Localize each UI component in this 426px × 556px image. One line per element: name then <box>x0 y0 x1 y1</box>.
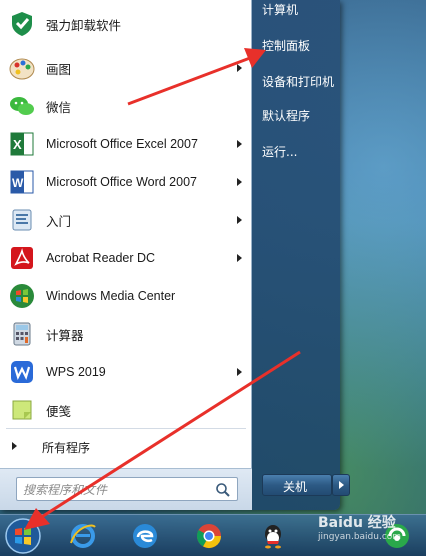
uninstaller-icon <box>6 8 38 40</box>
wps-icon <box>6 356 38 388</box>
submenu-arrow-icon <box>237 216 242 224</box>
start-menu: 强力卸载软件 画图 微信 X Microsoft Office Excel 20… <box>0 0 350 510</box>
right-item-computer[interactable]: 计算机 <box>262 0 340 24</box>
shutdown-options-button[interactable] <box>332 474 350 496</box>
program-item-uninstaller[interactable]: 强力卸载软件 <box>0 6 252 42</box>
svg-text:X: X <box>13 137 22 152</box>
watermark: Baidu 经验 <box>318 515 396 531</box>
right-item-devices-printers[interactable]: 设备和打印机 <box>262 68 340 96</box>
wechat-icon <box>6 90 38 122</box>
word-icon: W <box>6 166 38 198</box>
sticky-notes-icon <box>6 394 38 426</box>
program-item-calculator[interactable]: 计算器 <box>0 316 252 352</box>
edge-icon[interactable] <box>128 519 162 553</box>
search-icon[interactable] <box>215 482 231 498</box>
program-item-media-center[interactable]: Windows Media Center <box>0 278 252 314</box>
submenu-arrow-icon <box>237 140 242 148</box>
program-label: WPS 2019 <box>46 365 106 379</box>
program-label: 便笺 <box>46 404 72 419</box>
search-area <box>0 468 252 510</box>
all-programs-button[interactable]: 所有程序 <box>0 432 252 460</box>
divider <box>6 428 246 429</box>
svg-text:W: W <box>12 176 24 190</box>
program-item-word[interactable]: W Microsoft Office Word 2007 <box>0 164 252 200</box>
chevron-right-icon <box>339 481 344 489</box>
expand-arrow-icon <box>12 442 17 450</box>
programs-pane: 强力卸载软件 画图 微信 X Microsoft Office Excel 20… <box>0 0 252 468</box>
program-label: Acrobat Reader DC <box>46 251 156 265</box>
program-item-wps[interactable]: WPS 2019 <box>0 354 252 390</box>
getting-started-icon <box>6 204 38 236</box>
right-item-default-programs[interactable]: 默认程序 <box>262 102 340 130</box>
program-item-sticky-notes[interactable]: 便笺 <box>0 392 252 428</box>
program-item-getting-started[interactable]: 入门 <box>0 202 252 238</box>
submenu-arrow-icon <box>237 178 242 186</box>
program-item-paint[interactable]: 画图 <box>0 50 252 86</box>
internet-explorer-icon[interactable] <box>66 519 100 553</box>
calculator-icon <box>6 318 38 350</box>
program-label: Microsoft Office Excel 2007 <box>46 137 198 151</box>
program-label: Windows Media Center <box>46 289 176 303</box>
program-item-excel[interactable]: X Microsoft Office Excel 2007 <box>0 126 252 162</box>
shutdown-button[interactable]: 关机 <box>262 474 332 496</box>
qq-icon[interactable] <box>256 519 290 553</box>
shutdown-label: 关机 <box>283 480 308 494</box>
program-label: 计算器 <box>46 328 84 343</box>
program-label: 强力卸载软件 <box>46 18 122 33</box>
search-box[interactable] <box>16 477 238 501</box>
start-orb-icon[interactable] <box>4 517 42 555</box>
paint-icon <box>6 52 38 84</box>
program-label: 入门 <box>46 214 72 229</box>
submenu-arrow-icon <box>237 368 242 376</box>
chrome-icon[interactable] <box>192 519 226 553</box>
all-programs-label: 所有程序 <box>42 441 91 455</box>
submenu-arrow-icon <box>237 64 242 72</box>
search-input[interactable] <box>23 482 203 498</box>
media-center-icon <box>6 280 38 312</box>
program-label: 微信 <box>46 100 72 115</box>
program-label: Microsoft Office Word 2007 <box>46 175 197 189</box>
watermark-url: jingyan.baidu.com <box>318 532 402 542</box>
excel-icon: X <box>6 128 38 160</box>
acrobat-icon <box>6 242 38 274</box>
program-item-wechat[interactable]: 微信 <box>0 88 252 124</box>
program-item-acrobat[interactable]: Acrobat Reader DC <box>0 240 252 276</box>
program-label: 画图 <box>46 62 72 77</box>
right-item-control-panel[interactable]: 控制面板 <box>262 32 340 60</box>
right-item-run[interactable]: 运行... <box>262 138 340 166</box>
submenu-arrow-icon <box>237 254 242 262</box>
